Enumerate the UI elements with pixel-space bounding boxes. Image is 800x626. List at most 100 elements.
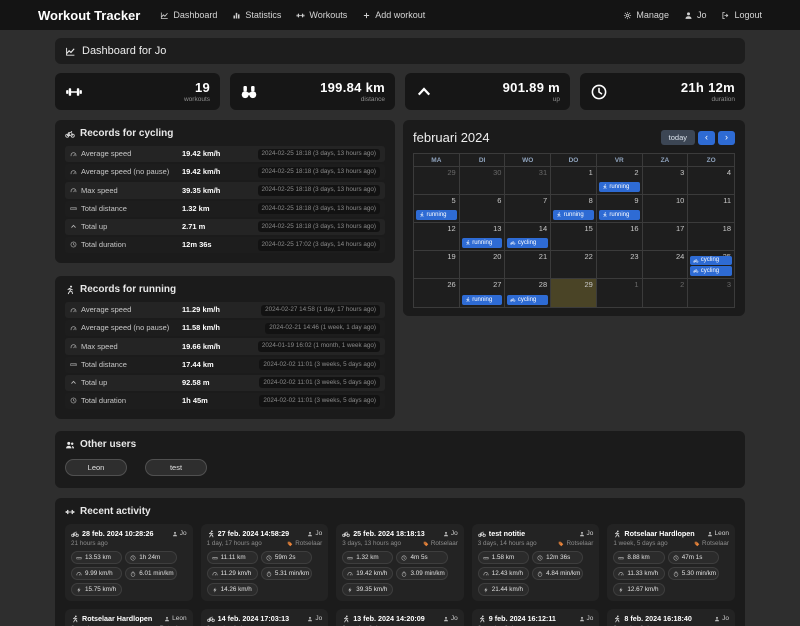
calendar-event-badge[interactable]: running — [598, 182, 640, 192]
record-value: 11.58 km/h — [182, 323, 220, 333]
records-column: Records for cycling Average speed 19.42 … — [55, 120, 395, 420]
activity-card[interactable]: 28 feb. 2024 10:28:26 Jo 21 hours ago 13… — [65, 524, 193, 602]
gauge-icon — [70, 151, 77, 158]
calendar-event-badge[interactable]: running — [416, 210, 457, 220]
activity-user: Jo — [579, 530, 593, 537]
calendar-cell: 14 cycling — [505, 223, 552, 251]
record-value: 2.71 m — [182, 221, 206, 231]
record-date-badge[interactable]: 2024-01-19 16:02 (1 month, 1 week ago) — [257, 340, 380, 353]
calendar-day-number: 9 — [634, 196, 639, 205]
activity-card-header: 25 feb. 2024 18:18:13 Jo — [342, 529, 458, 538]
activity-user: Jo — [307, 530, 322, 537]
calendar-cell: 16 — [596, 223, 643, 251]
activity-subheader: 1 day, 17 hours ago Rotselaar — [207, 540, 323, 547]
activity-card[interactable]: 27 feb. 2024 14:58:29 Jo 1 day, 17 hours… — [200, 524, 329, 602]
calendar-grid: 29 30 31 1 2 running 3 4 5 running 6 7 8… — [414, 167, 734, 307]
record-date-badge[interactable]: 2024-02-25 18:18 (3 days, 13 hours ago) — [257, 148, 380, 160]
nav-link[interactable]: Dashboard — [160, 10, 217, 20]
user-button[interactable]: test — [145, 459, 207, 477]
tag-icon — [287, 541, 293, 547]
activity-card[interactable]: 14 feb. 2024 17:03:13 Jo 2 weeks, 1 day … — [200, 609, 329, 626]
calendar-event-badge[interactable]: running — [598, 210, 640, 220]
calendar-event-badge[interactable]: cycling — [507, 238, 549, 248]
calendar-cell: 7 — [505, 195, 552, 223]
activity-stat-pill: 4m 5s — [396, 551, 448, 565]
nav-link[interactable]: Logout — [721, 10, 762, 20]
activity-card[interactable]: Rotselaar Hardlopen Leon 1 week, 5 days … — [607, 524, 735, 602]
ruler-icon — [70, 361, 77, 368]
weekday-row: MA DI WO DO VR ZA ZO — [414, 154, 734, 167]
calendar-day-number: 6 — [497, 196, 502, 205]
user-icon — [714, 616, 720, 622]
user-button[interactable]: Leon — [65, 459, 127, 477]
record-date-badge[interactable]: 2024-02-27 14:58 (1 day, 17 hours ago) — [261, 304, 380, 316]
calendar-event-badge[interactable]: cycling — [690, 266, 732, 276]
activity-title: test notitie — [488, 529, 526, 539]
activity-stat-pill: 9.99 km/h — [71, 567, 123, 581]
calendar-cell: 29 — [551, 279, 597, 307]
activity-card-header: test notitie Jo — [478, 529, 593, 539]
nav-link[interactable]: Add workout — [362, 10, 425, 20]
activity-user: Jo — [172, 530, 187, 537]
activity-stat-pill: 13.53 km — [71, 551, 123, 565]
today-button[interactable]: today — [660, 130, 695, 145]
record-value: 39.35 km/h — [182, 185, 221, 195]
run-icon — [342, 615, 350, 623]
nav-link[interactable]: Manage — [623, 10, 669, 20]
record-date-badge[interactable]: 2024-02-25 18:18 (3 days, 13 hours ago) — [257, 184, 380, 197]
weekday-label: ZO — [688, 154, 734, 167]
chevron-up-icon — [70, 379, 77, 386]
calendar-event-badge[interactable]: running — [461, 238, 503, 248]
activity-card[interactable]: 25 feb. 2024 18:18:13 Jo 3 days, 13 hour… — [336, 524, 464, 602]
activity-title: 14 feb. 2024 17:03:13 — [217, 614, 290, 624]
record-date-badge[interactable]: 2024-02-25 18:18 (3 days, 13 hours ago) — [257, 166, 380, 178]
nav-link[interactable]: Statistics — [232, 10, 281, 20]
calendar-event-badge[interactable]: running — [461, 295, 503, 305]
next-month-button[interactable]: › — [718, 130, 735, 145]
record-date-badge[interactable]: 2024-02-02 11:01 (3 weeks, 5 days ago) — [259, 395, 380, 407]
activity-card[interactable]: 13 feb. 2024 14:20:09 Jo 2 weeks, 2 days… — [336, 609, 464, 626]
record-row: Max speed 19.66 km/h 2024-01-19 16:02 (1… — [65, 338, 385, 355]
activity-stat-pill: 14.26 km/h — [206, 583, 258, 597]
record-date-badge[interactable]: 2024-02-25 18:18 (3 days, 13 hours ago) — [257, 221, 380, 233]
users-icon — [65, 440, 75, 450]
activity-card[interactable]: 8 feb. 2024 16:18:40 Jo 2 weeks, 6 days … — [607, 609, 735, 626]
calendar-day-number: 16 — [630, 224, 639, 233]
record-date-badge[interactable]: 2024-02-21 14:46 (1 week, 1 day ago) — [265, 322, 380, 334]
calendar-header: februari 2024 today ‹ › — [413, 130, 735, 145]
activity-card[interactable]: 9 feb. 2024 16:12:11 Jo 2 weeks, 6 days … — [471, 609, 600, 626]
activity-card[interactable]: Rotselaar Hardlopen Leon 2 weeks ago Rot… — [65, 609, 193, 626]
tag-icon — [558, 541, 564, 547]
user-icon — [443, 616, 449, 622]
calendar-day-number: 24 — [675, 252, 685, 261]
calendar-event-badge[interactable]: running — [553, 210, 594, 220]
activity-user: Leon — [164, 615, 187, 622]
record-date-badge[interactable]: 2024-02-25 18:18 (3 days, 13 hours ago) — [257, 203, 380, 215]
calendar-event-badge[interactable]: cycling — [690, 255, 732, 266]
bike-icon — [71, 530, 79, 538]
clock-icon — [70, 397, 77, 404]
run-icon — [613, 615, 621, 623]
gauge-icon — [70, 187, 77, 194]
ruler-icon — [618, 555, 624, 561]
record-date-badge[interactable]: 2024-02-02 11:01 (3 weeks, 5 days ago) — [259, 359, 380, 371]
weekday-label: MA — [414, 154, 460, 167]
bolt-icon — [347, 587, 353, 593]
record-row: Total up 2.71 m 2024-02-25 18:18 (3 days… — [65, 218, 385, 235]
record-date-badge[interactable]: 2024-02-02 11:01 (3 weeks, 5 days ago) — [259, 377, 380, 389]
user-icon — [307, 531, 313, 537]
stat-value: 199.84 km — [320, 80, 385, 95]
weekday-label: VR — [596, 154, 643, 167]
record-row: Total distance 1.32 km 2024-02-25 18:18 … — [65, 200, 385, 217]
nav-link[interactable]: Jo — [684, 10, 706, 20]
record-date-badge[interactable]: 2024-02-25 17:02 (3 days, 14 hours ago) — [257, 239, 380, 251]
nav-link[interactable]: Workouts — [296, 10, 347, 20]
activity-age: 1 day, 17 hours ago — [206, 540, 262, 548]
prev-month-button[interactable]: ‹ — [698, 130, 715, 145]
run-icon — [478, 615, 486, 623]
calendar-event-badge[interactable]: cycling — [507, 295, 549, 305]
tag-icon — [694, 541, 700, 547]
activity-card[interactable]: test notitie Jo 3 days, 14 hours ago Rot… — [471, 524, 600, 602]
gauge-icon — [70, 307, 77, 314]
app-title[interactable]: Workout Tracker — [38, 8, 140, 23]
